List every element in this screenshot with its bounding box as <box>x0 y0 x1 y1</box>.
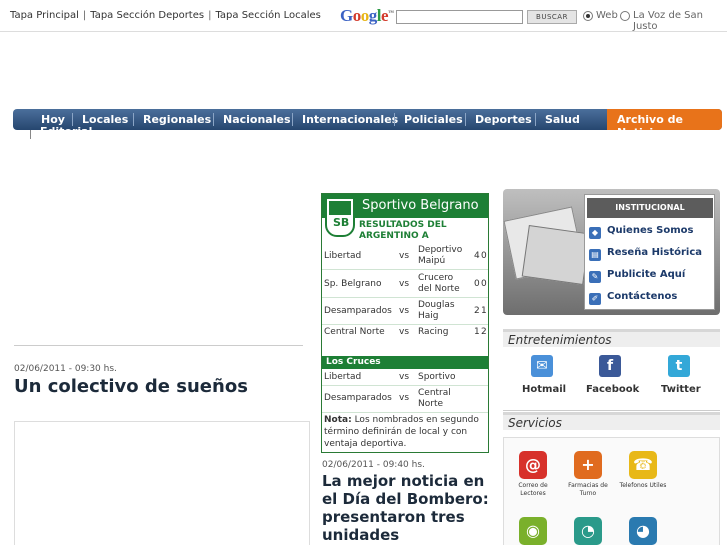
institucional-menu: INSTITUCIONAL ◆ Quienes Somos ▤ Reseña His… <box>584 194 715 310</box>
top-link-tapa-deportes[interactable]: Tapa Sección Deportes <box>90 10 204 21</box>
servicios-header: Servicios <box>503 412 720 430</box>
top-links: Tapa Principal | Tapa Sección Deportes | Tap… <box>10 10 321 21</box>
nav-item-internacionales[interactable]: Internacionales <box>302 113 398 126</box>
ad-icon: ✎ <box>589 271 601 283</box>
service-icon[interactable]: ◔ <box>574 517 602 545</box>
nav-archive-button[interactable]: Archivo de Noticias <box>607 109 722 139</box>
menu-item-contactenos[interactable]: ✐ Contáctenos <box>589 291 677 305</box>
menu-item-publicite-aqui[interactable]: ✎ Publicite Aquí <box>589 269 685 283</box>
nav-divider <box>30 130 31 139</box>
entretenimientos-header: Entretenimientos <box>503 329 720 347</box>
menu-item-quienes-somos[interactable]: ◆ Quienes Somos <box>589 225 693 239</box>
menu-item-resena-historica[interactable]: ▤ Reseña Histórica <box>589 247 702 261</box>
nav-item-regionales[interactable]: Regionales <box>143 113 211 126</box>
person-icon: ◆ <box>589 227 601 239</box>
google-logo: Google™ <box>340 6 394 25</box>
radio-web-label: Web <box>596 10 618 21</box>
nav-item-policiales[interactable]: Policiales <box>404 113 463 126</box>
sports-title: Sportivo Belgrano <box>362 198 479 213</box>
top-link-tapa-principal[interactable]: Tapa Principal <box>10 10 79 21</box>
servicios-panel: @ Correo de Lectores + Farmacias de Turn… <box>503 437 720 545</box>
newspaper-icon <box>521 224 591 286</box>
nav-item-salud[interactable]: Salud <box>545 113 580 126</box>
nav-item-deportes[interactable]: Deportes <box>475 113 532 126</box>
top-bar: Tapa Principal | Tapa Sección Deportes | Tap… <box>0 0 727 32</box>
club-crest-icon: SB <box>325 197 355 237</box>
article-date: 02/06/2011 - 09:40 hs. <box>322 460 425 470</box>
cruces-header: Los Cruces <box>322 356 488 369</box>
search-input[interactable] <box>396 10 523 24</box>
nav-item-editorial[interactable]: Editorial <box>40 125 92 138</box>
hotmail-link[interactable]: Hotmail <box>522 384 566 395</box>
facebook-icon[interactable]: f <box>599 355 621 377</box>
top-link-tapa-locales[interactable]: Tapa Sección Locales <box>215 10 320 21</box>
radio-web[interactable] <box>583 11 593 21</box>
pencil-icon: ✐ <box>589 293 601 305</box>
left-divider <box>14 345 303 346</box>
correo-label[interactable]: Correo de Lectores <box>508 482 558 498</box>
document-icon: ▤ <box>589 249 601 261</box>
hotmail-icon[interactable]: ✉ <box>531 355 553 377</box>
nav-item-nacionales[interactable]: Nacionales <box>223 113 291 126</box>
article-headline[interactable]: La mejor noticia en el Día del Bombero: … <box>322 472 492 544</box>
search-button[interactable]: BUSCAR <box>527 10 577 24</box>
sports-subtitle: RESULTADOS DEL ARGENTINO A <box>359 220 447 241</box>
facebook-link[interactable]: Facebook <box>586 384 639 395</box>
section-divider <box>503 410 720 411</box>
farmacia-label[interactable]: Farmacias de Turno <box>563 482 613 498</box>
sports-results-widget: SB Sportivo Belgrano RESULTADOS DEL ARGE… <box>321 193 489 453</box>
telefono-label[interactable]: Telefonos Utiles <box>618 482 668 490</box>
twitter-icon[interactable]: t <box>668 355 690 377</box>
radio-site[interactable] <box>620 11 630 21</box>
article-image[interactable] <box>14 421 310 545</box>
article-date: 02/06/2011 - 09:30 hs. <box>14 364 117 374</box>
service-icon[interactable]: ◕ <box>629 517 657 545</box>
radio-site-label: La Voz de San Justo <box>633 10 703 32</box>
twitter-link[interactable]: Twitter <box>661 384 701 395</box>
article-headline[interactable]: Un colectivo de sueños <box>14 376 248 397</box>
correo-icon[interactable]: @ <box>519 451 547 479</box>
service-icon[interactable]: ◉ <box>519 517 547 545</box>
institucional-title: INSTITUCIONAL <box>587 198 713 218</box>
farmacia-icon[interactable]: + <box>574 451 602 479</box>
telefono-icon[interactable]: ☎ <box>629 451 657 479</box>
sports-note: Nota: Los nombrados en segundo término d… <box>324 415 479 449</box>
